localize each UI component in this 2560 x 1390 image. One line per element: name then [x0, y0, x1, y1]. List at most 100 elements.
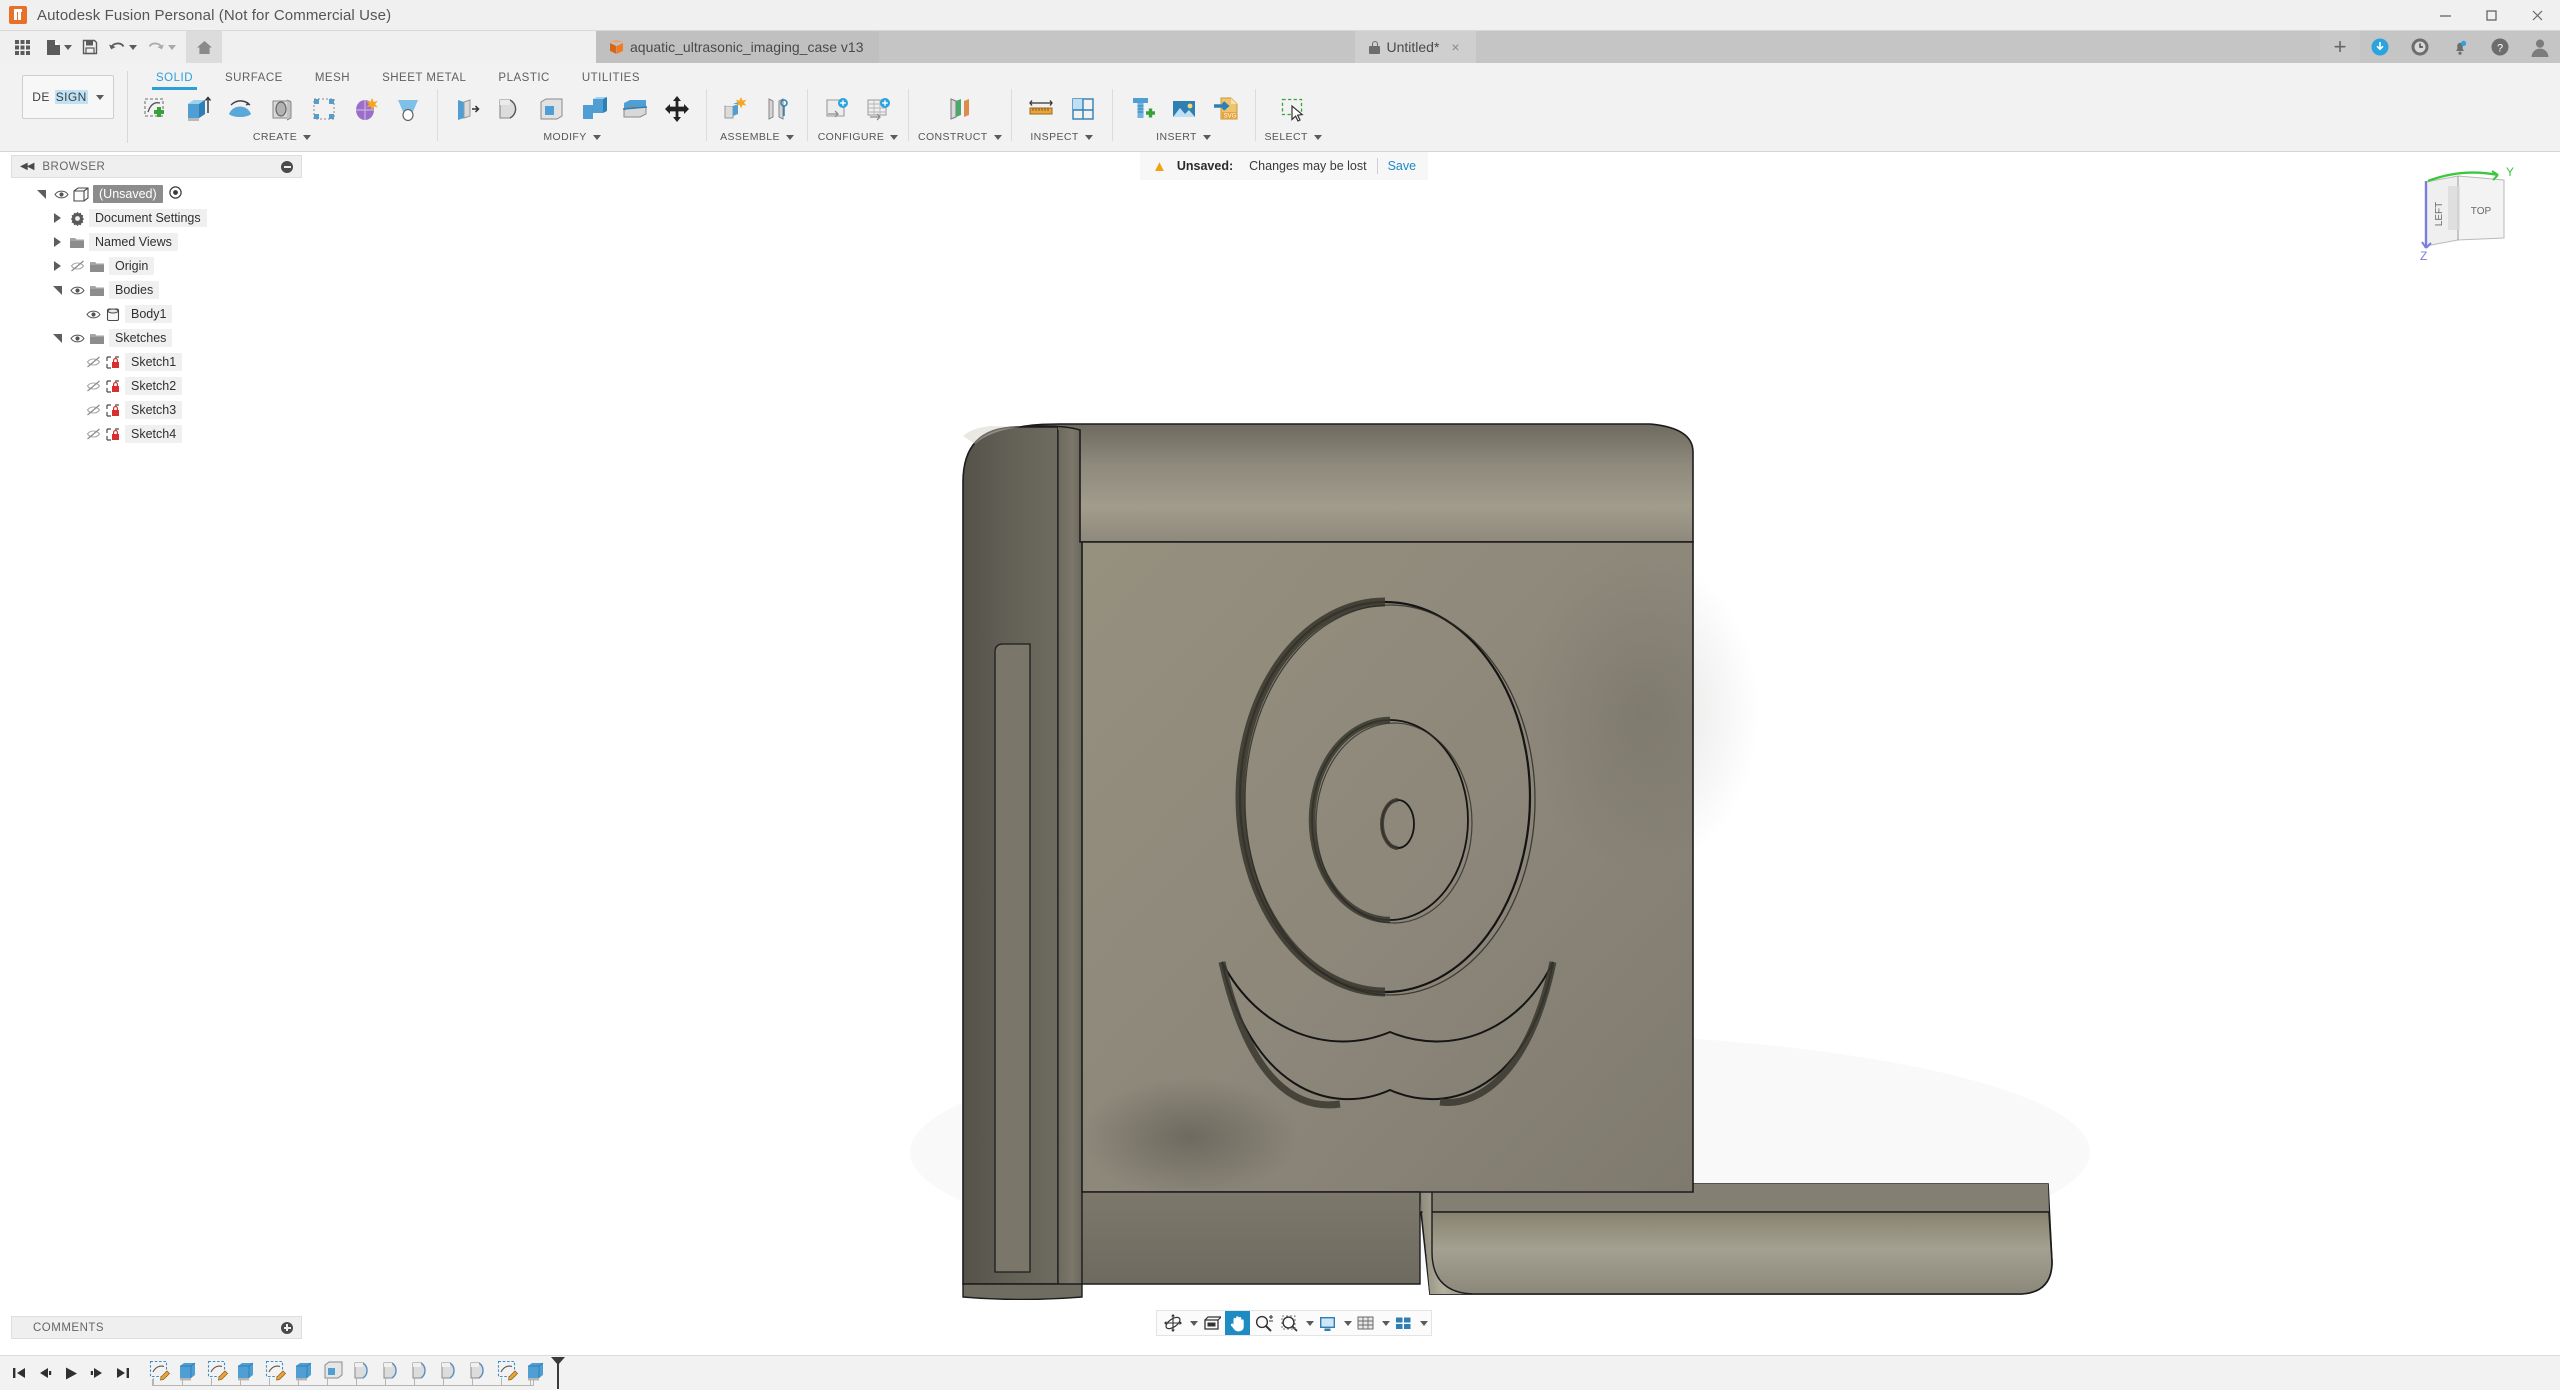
- grid-icon[interactable]: [1353, 1311, 1378, 1335]
- home-icon[interactable]: [186, 31, 222, 63]
- chevron-down-icon[interactable]: [1382, 1320, 1390, 1326]
- timeline-end-marker-icon[interactable]: [550, 1356, 566, 1390]
- panel-label-inspect[interactable]: INSPECT: [1030, 131, 1093, 143]
- chevron-down-icon[interactable]: [1420, 1320, 1428, 1326]
- expander-closed-icon[interactable]: [48, 261, 67, 271]
- shell-icon[interactable]: [531, 89, 571, 129]
- tree-item-sketch4[interactable]: Sketch4: [11, 422, 302, 446]
- step-back-icon[interactable]: [32, 1358, 58, 1388]
- tree-item-sketch2[interactable]: Sketch2: [11, 374, 302, 398]
- ribbon-tab-solid[interactable]: SOLID: [140, 68, 209, 90]
- cloud-sync-icon[interactable]: [2360, 31, 2400, 63]
- document-tab-untitled[interactable]: Untitled* ×: [1355, 31, 1476, 63]
- move-arrows-icon[interactable]: [657, 89, 697, 129]
- close-icon[interactable]: ×: [1451, 39, 1459, 55]
- chevron-down-icon[interactable]: [1344, 1320, 1352, 1326]
- offset-plane-icon[interactable]: [940, 89, 980, 129]
- save-floppy-icon[interactable]: [77, 31, 103, 63]
- pan-hand-icon[interactable]: [1225, 1311, 1250, 1335]
- visibility-eye-icon[interactable]: [67, 285, 87, 296]
- file-icon[interactable]: [41, 31, 77, 63]
- rect-pattern-icon[interactable]: [304, 89, 344, 129]
- ribbon-tab-mesh[interactable]: MESH: [299, 68, 366, 90]
- skip-end-icon[interactable]: [110, 1358, 136, 1388]
- tree-item-bodies[interactable]: Bodies: [11, 278, 302, 302]
- ribbon-tab-utilities[interactable]: UTILITIES: [566, 68, 656, 90]
- tree-item-unsaved[interactable]: (Unsaved): [11, 182, 302, 206]
- bell-icon[interactable]: [2440, 31, 2480, 63]
- minus-circle-icon[interactable]: [281, 160, 293, 173]
- chevron-down-icon[interactable]: [1190, 1320, 1198, 1326]
- redo-arrow-icon[interactable]: [142, 31, 181, 63]
- avatar-icon[interactable]: [2520, 31, 2560, 63]
- fit-window-icon[interactable]: [1277, 1311, 1302, 1335]
- plus-circle-icon[interactable]: [281, 1321, 293, 1334]
- collapse-left-icon[interactable]: ◀◀: [20, 161, 34, 172]
- form-tspline-icon[interactable]: [346, 89, 386, 129]
- visibility-eye-hidden-icon[interactable]: [83, 428, 103, 440]
- fillet-icon[interactable]: [489, 89, 529, 129]
- visibility-eye-icon[interactable]: [51, 189, 71, 200]
- minimize-icon[interactable]: [2422, 0, 2468, 31]
- tree-item-sketches[interactable]: Sketches: [11, 326, 302, 350]
- close-icon[interactable]: [2514, 0, 2560, 31]
- sweep-icon[interactable]: [262, 89, 302, 129]
- expander-open-icon[interactable]: [48, 285, 67, 295]
- panel-label-select[interactable]: SELECT: [1265, 131, 1322, 143]
- expander-open-icon[interactable]: [32, 189, 51, 199]
- selection-cursor-icon[interactable]: [1273, 89, 1313, 129]
- measure-ruler-icon[interactable]: [1021, 89, 1061, 129]
- combine-icon[interactable]: [573, 89, 613, 129]
- viewports-icon[interactable]: [1391, 1311, 1416, 1335]
- bolt-plus-icon[interactable]: [1122, 89, 1162, 129]
- panel-label-configure[interactable]: CONFIGURE: [818, 131, 899, 143]
- ribbon-tab-plastic[interactable]: PLASTIC: [482, 68, 565, 90]
- visibility-eye-hidden-icon[interactable]: [83, 356, 103, 368]
- panel-label-construct[interactable]: CONSTRUCT: [918, 131, 1002, 143]
- split-face-icon[interactable]: [615, 89, 655, 129]
- skip-start-icon[interactable]: [6, 1358, 32, 1388]
- visibility-eye-hidden-icon[interactable]: [83, 404, 103, 416]
- extrude-icon[interactable]: [178, 89, 218, 129]
- viewport-3d[interactable]: LEFT TOP Y Z: [0, 152, 2560, 1300]
- panel-label-modify[interactable]: MODIFY: [543, 131, 601, 143]
- expander-closed-icon[interactable]: [48, 237, 67, 247]
- configure-table-icon[interactable]: [859, 89, 899, 129]
- question-circle-icon[interactable]: ?: [2480, 31, 2520, 63]
- insert-svg-icon[interactable]: SVG: [1206, 89, 1246, 129]
- joint-icon[interactable]: [758, 89, 798, 129]
- clock-icon[interactable]: [2400, 31, 2440, 63]
- view-cube[interactable]: LEFT TOP Y Z: [2412, 162, 2532, 263]
- new-component-icon[interactable]: [716, 89, 756, 129]
- orbit-icon[interactable]: [1160, 1311, 1186, 1335]
- undo-arrow-icon[interactable]: [103, 31, 142, 63]
- sketch-plus-icon[interactable]: [136, 89, 176, 129]
- play-icon[interactable]: [58, 1358, 84, 1388]
- chevron-down-icon[interactable]: [1306, 1320, 1314, 1326]
- revolve-icon[interactable]: [220, 89, 260, 129]
- tree-item-sketch1[interactable]: Sketch1: [11, 350, 302, 374]
- tree-item-sketch3[interactable]: Sketch3: [11, 398, 302, 422]
- tree-item-body1[interactable]: Body1: [11, 302, 302, 326]
- configure-design-icon[interactable]: [817, 89, 857, 129]
- tree-item-named-views[interactable]: Named Views: [11, 230, 302, 254]
- workspace-selector[interactable]: DE SIGN: [22, 75, 114, 119]
- ribbon-tab-sheet-metal[interactable]: SHEET METAL: [366, 68, 482, 90]
- expander-open-icon[interactable]: [48, 333, 67, 343]
- grid-apps-icon[interactable]: [8, 31, 36, 63]
- save-link[interactable]: Save: [1388, 159, 1417, 173]
- plus-icon[interactable]: +: [2320, 31, 2360, 63]
- loft-icon[interactable]: [388, 89, 428, 129]
- tree-item-origin[interactable]: Origin: [11, 254, 302, 278]
- visibility-eye-hidden-icon[interactable]: [67, 260, 87, 272]
- step-forward-icon[interactable]: [84, 1358, 110, 1388]
- visibility-eye-icon[interactable]: [67, 333, 87, 344]
- panel-label-assemble[interactable]: ASSEMBLE: [720, 131, 794, 143]
- maximize-icon[interactable]: [2468, 0, 2514, 31]
- section-analysis-icon[interactable]: [1063, 89, 1103, 129]
- visibility-eye-hidden-icon[interactable]: [83, 380, 103, 392]
- panel-label-create[interactable]: CREATE: [253, 131, 312, 143]
- document-tab-aquatic-case[interactable]: aquatic_ultrasonic_imaging_case v13: [596, 31, 880, 63]
- zoom-magnifier-icon[interactable]: [1251, 1311, 1276, 1335]
- panel-label-insert[interactable]: INSERT: [1156, 131, 1211, 143]
